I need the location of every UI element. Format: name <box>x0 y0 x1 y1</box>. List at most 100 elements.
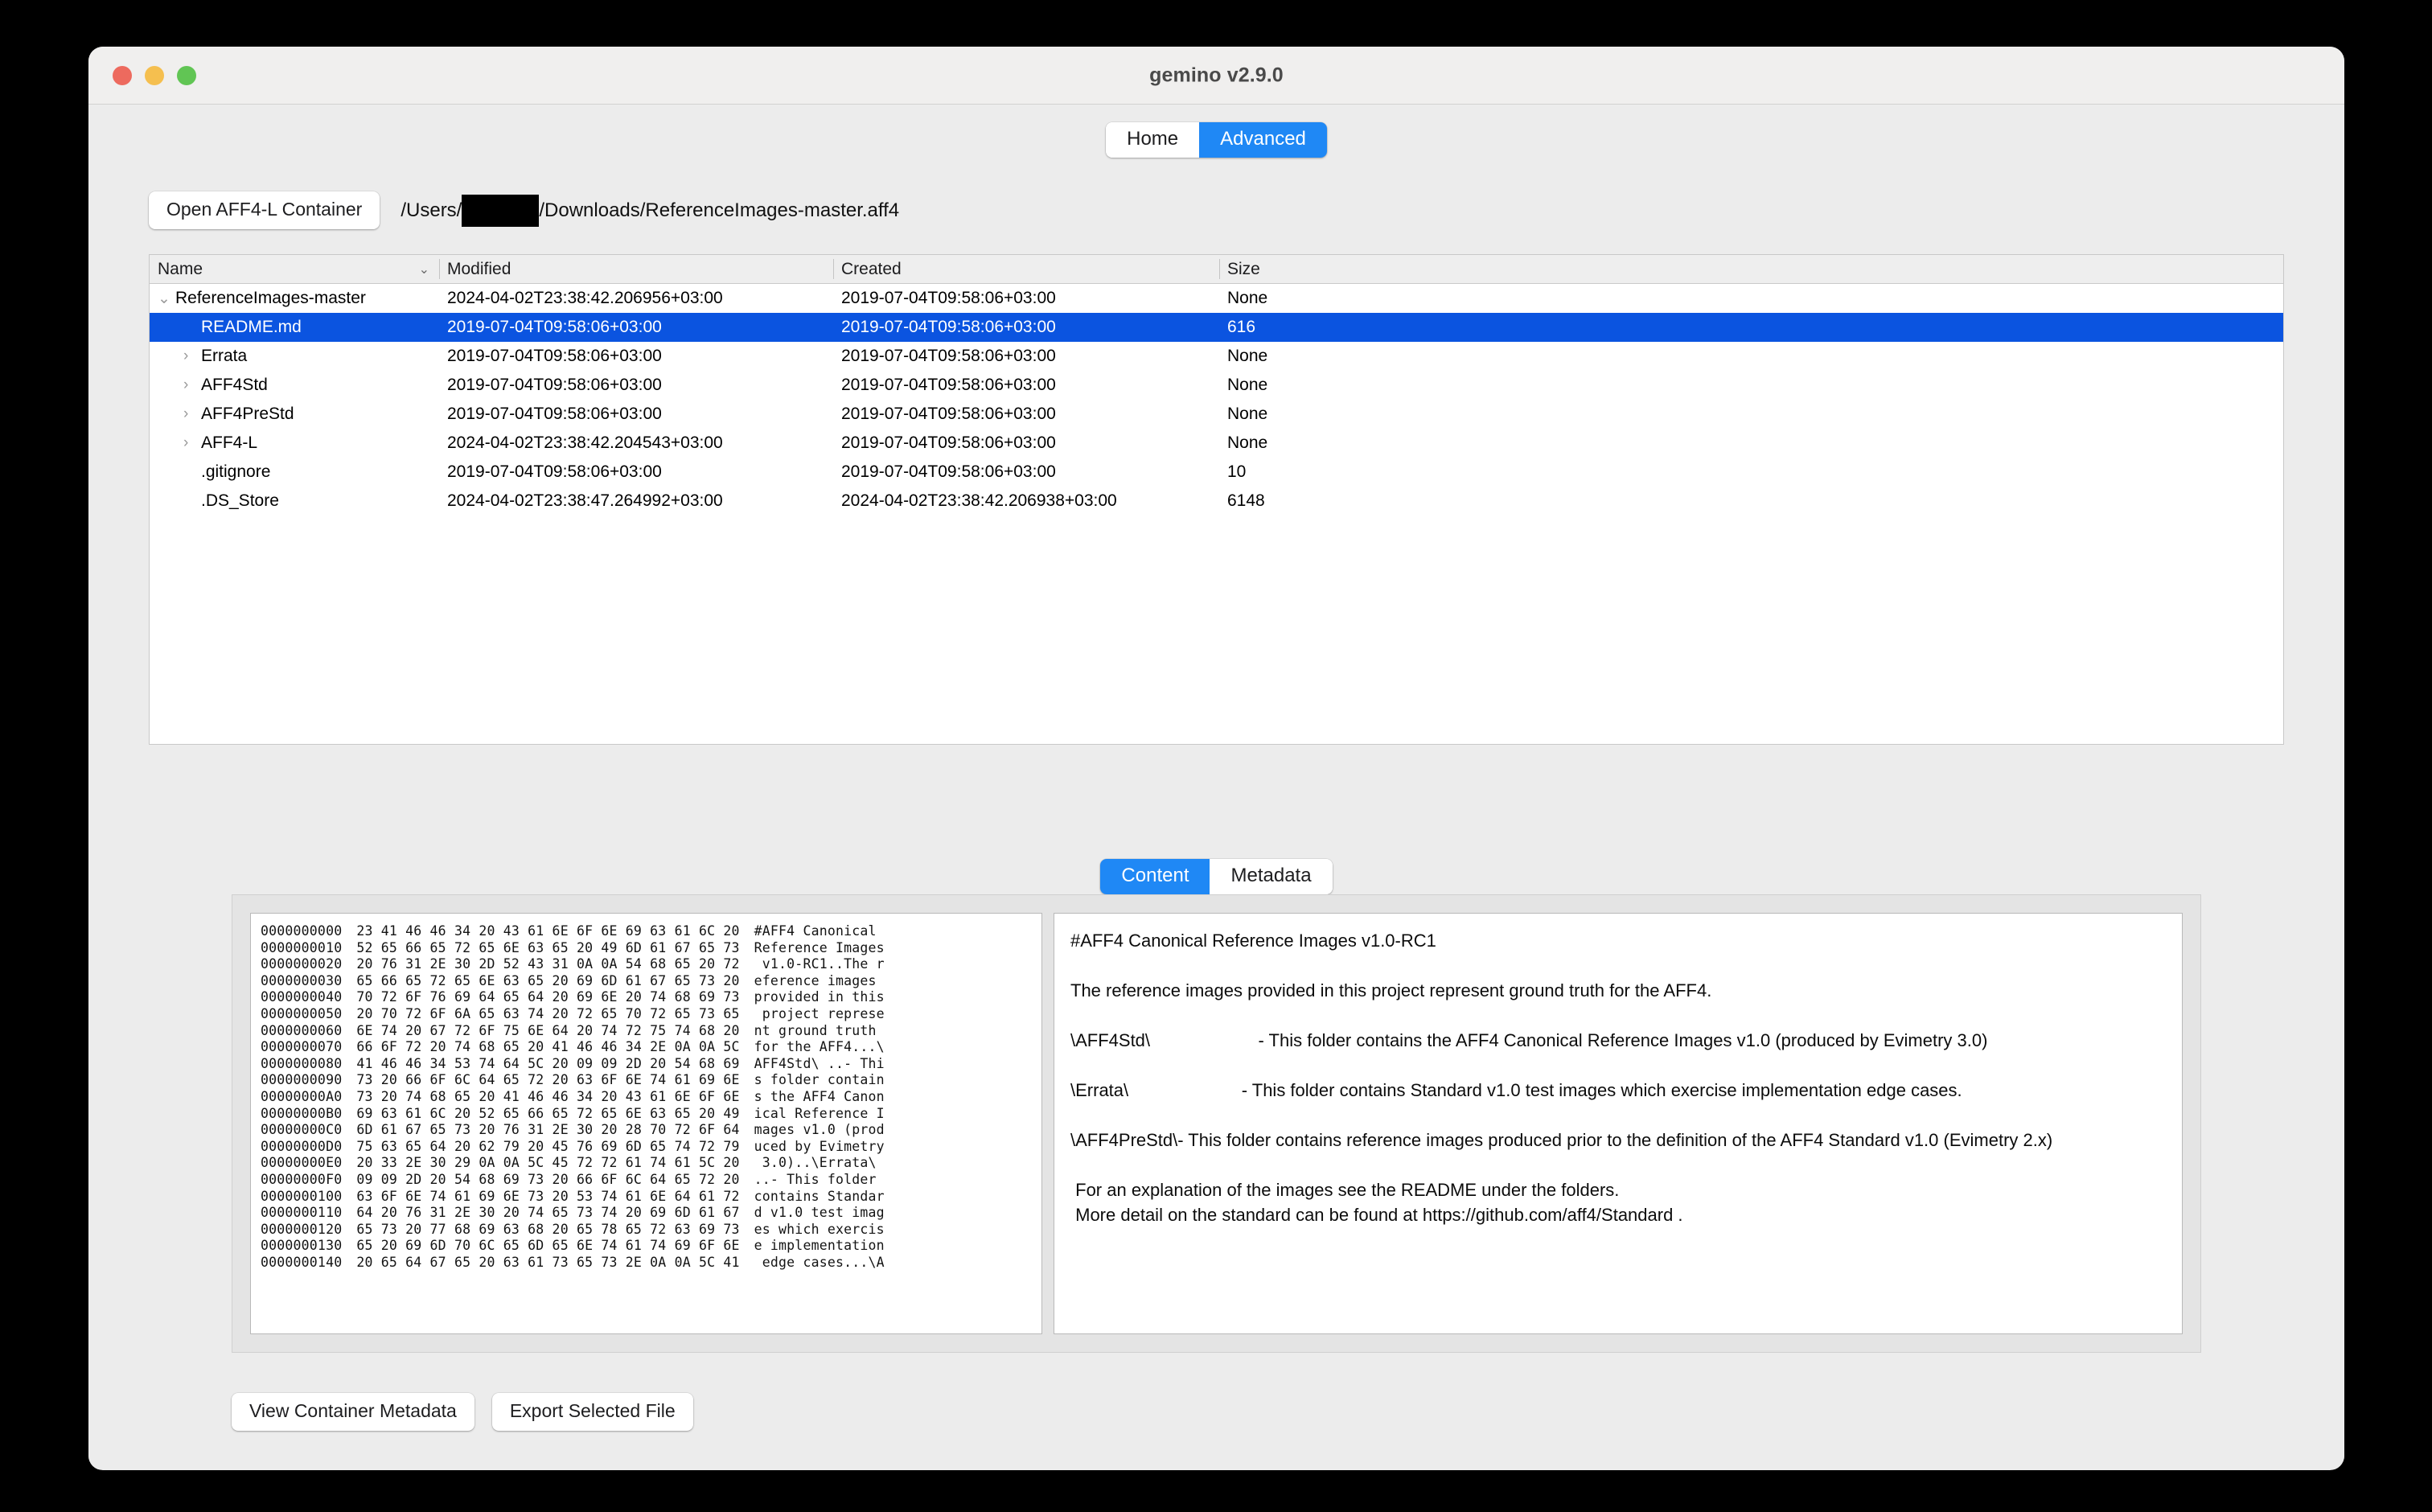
hex-line: 0000000050 20 70 72 6F 6A 65 63 74 20 72 … <box>261 1006 1041 1023</box>
hex-ascii: nt ground truth <box>754 1022 885 1038</box>
hex-line: 00000000D0 75 63 65 64 20 62 79 20 45 76 … <box>261 1139 1041 1156</box>
hex-bytes: 65 20 69 6D 70 6C 65 6D 65 6E 74 61 74 6… <box>356 1238 740 1254</box>
text-blank-line <box>1070 953 2166 978</box>
table-row[interactable]: › AFF4-L 2024-04-02T23:38:42.204543+03:00 2… <box>150 429 2283 458</box>
hex-offset: 00000000C0 <box>261 1122 343 1138</box>
hex-bytes: 66 6F 72 20 74 68 65 20 41 46 46 34 2E 0… <box>356 1039 740 1055</box>
cell-modified: 2019-07-04T09:58:06+03:00 <box>447 318 662 336</box>
text-line: \Errata\ - This folder contains Standard… <box>1070 1080 1962 1100</box>
table-row[interactable]: .gitignore 2019-07-04T09:58:06+03:00 2019-… <box>150 458 2283 487</box>
text-blank-line <box>1070 1152 2166 1177</box>
app-window: gemino v2.9.0 Home Advanced Open AFF4-L … <box>88 47 2344 1470</box>
hex-ascii: edge cases...\A <box>754 1254 885 1270</box>
text-preview-pane[interactable]: #AFF4 Canonical Reference Images v1.0-RC… <box>1054 913 2183 1334</box>
tab-content[interactable]: Content <box>1100 859 1210 894</box>
column-header-name[interactable]: Name ⌄ <box>150 255 439 283</box>
chevron-right-icon[interactable]: › <box>183 376 201 394</box>
hex-line: 0000000080 41 46 46 34 53 74 64 5C 20 09 … <box>261 1056 1041 1073</box>
hex-ascii: v1.0-RC1..The r <box>754 956 885 972</box>
chevron-right-icon[interactable]: › <box>183 434 201 452</box>
hex-offset: 0000000040 <box>261 989 343 1005</box>
hex-ascii: s the AFF4 Canon <box>754 1088 885 1104</box>
hex-offset: 0000000060 <box>261 1022 343 1038</box>
cell-size: None <box>1227 289 1268 307</box>
redacted-username-block <box>462 194 540 227</box>
hex-offset: 0000000100 <box>261 1188 343 1204</box>
hex-bytes: 63 6F 6E 74 61 69 6E 73 20 53 74 61 6E 6… <box>356 1188 740 1204</box>
tab-advanced[interactable]: Advanced <box>1199 122 1327 158</box>
hex-bytes: 70 72 6F 76 69 64 65 64 20 69 6E 20 74 6… <box>356 989 740 1005</box>
main-tab-segmented-control: Home Advanced <box>1106 122 1327 158</box>
hex-ascii: 3.0)..\Errata\ <box>754 1155 885 1171</box>
hex-line: 0000000110 64 20 76 31 2E 30 20 74 65 73 … <box>261 1205 1041 1222</box>
table-row[interactable]: › Errata 2019-07-04T09:58:06+03:00 2019-07-… <box>150 342 2283 371</box>
table-row[interactable]: .DS_Store 2024-04-02T23:38:47.264992+03:0… <box>150 487 2283 516</box>
column-header-created[interactable]: Created <box>833 255 1219 283</box>
text-blank-line <box>1070 1003 2166 1028</box>
hex-line: 0000000010 52 65 66 65 72 65 6E 63 65 20 … <box>261 940 1041 957</box>
view-container-metadata-button[interactable]: View Container Metadata <box>232 1393 474 1431</box>
hex-bytes: 69 63 61 6C 20 52 65 66 65 72 65 6E 63 6… <box>356 1105 740 1121</box>
hex-bytes: 73 20 66 6F 6C 64 65 72 20 63 6F 6E 74 6… <box>356 1072 740 1088</box>
tab-home[interactable]: Home <box>1106 122 1200 158</box>
hex-ascii: d v1.0 test imag <box>754 1205 885 1221</box>
hex-offset: 0000000010 <box>261 939 343 955</box>
table-row[interactable]: › AFF4Std 2019-07-04T09:58:06+03:00 2019-07… <box>150 371 2283 400</box>
hex-ascii: e implementation <box>754 1238 885 1254</box>
hex-bytes: 75 63 65 64 20 62 79 20 45 76 69 6D 65 7… <box>356 1138 740 1154</box>
table-row[interactable]: README.md 2019-07-04T09:58:06+03:00 2019-0… <box>150 313 2283 342</box>
table-row[interactable]: ⌄ ReferenceImages-master 2024-04-02T23:38:… <box>150 284 2283 313</box>
column-header-size[interactable]: Size <box>1219 255 2283 283</box>
cell-created: 2019-07-04T09:58:06+03:00 <box>841 462 1056 481</box>
tab-metadata[interactable]: Metadata <box>1210 859 1333 894</box>
hex-offset: 0000000050 <box>261 1005 343 1021</box>
hex-offset: 0000000120 <box>261 1221 343 1237</box>
window-title: gemino v2.9.0 <box>1149 64 1284 86</box>
hex-offset: 0000000130 <box>261 1238 343 1254</box>
text-line: More detail on the standard can be found… <box>1070 1205 1683 1225</box>
hex-offset: 0000000140 <box>261 1254 343 1270</box>
hex-line: 0000000120 65 73 20 77 68 69 63 68 20 65 … <box>261 1222 1041 1239</box>
app-content: Home Advanced Open AFF4-L Container /Use… <box>88 105 2344 1469</box>
hex-ascii: mages v1.0 (prod <box>754 1122 885 1138</box>
chevron-right-icon[interactable]: › <box>183 347 201 365</box>
hex-ascii: uced by Evimetry <box>754 1138 885 1154</box>
hex-dump-pane[interactable]: 0000000000 23 41 46 46 34 20 43 61 6E 6F … <box>250 913 1042 1334</box>
cell-name: ⌄ ReferenceImages-master <box>150 284 439 313</box>
open-aff4l-container-button[interactable]: Open AFF4-L Container <box>149 191 380 229</box>
hex-line: 0000000030 65 66 65 72 65 6E 63 65 20 69 … <box>261 973 1041 990</box>
chevron-down-icon[interactable]: ⌄ <box>419 261 429 277</box>
cell-name: .DS_Store <box>150 487 439 516</box>
chevron-right-icon[interactable]: › <box>183 405 201 423</box>
hex-offset: 0000000020 <box>261 956 343 972</box>
file-tree-table[interactable]: Name ⌄ Modified Created Size ⌄ ReferenceI… <box>149 254 2284 745</box>
hex-line: 0000000090 73 20 66 6F 6C 64 65 72 20 63 … <box>261 1072 1041 1089</box>
hex-ascii: contains Standar <box>754 1188 885 1204</box>
cell-modified: 2019-07-04T09:58:06+03:00 <box>447 462 662 481</box>
hex-bytes: 20 76 31 2E 30 2D 52 43 31 0A 0A 54 68 6… <box>356 956 740 972</box>
cell-modified: 2019-07-04T09:58:06+03:00 <box>447 347 662 365</box>
hex-offset: 0000000000 <box>261 923 343 939</box>
hex-offset: 00000000D0 <box>261 1138 343 1154</box>
export-selected-file-button[interactable]: Export Selected File <box>491 1393 693 1431</box>
hex-ascii: ..- This folder <box>754 1171 885 1187</box>
hex-line: 0000000130 65 20 69 6D 70 6C 65 6D 65 6E … <box>261 1238 1041 1255</box>
hex-line: 00000000E0 20 33 2E 30 29 0A 0A 5C 45 72 … <box>261 1155 1041 1172</box>
hex-ascii: s folder contain <box>754 1072 885 1088</box>
cell-size: 10 <box>1227 462 1247 481</box>
table-row[interactable]: › AFF4PreStd 2019-07-04T09:58:06+03:00 2019… <box>150 400 2283 429</box>
chevron-down-icon[interactable]: ⌄ <box>158 290 175 308</box>
cell-name: › AFF4PreStd <box>150 400 439 429</box>
file-name-label: AFF4Std <box>201 376 268 394</box>
file-name-label: AFF4-L <box>201 433 258 452</box>
file-viewer-panel: 0000000000 23 41 46 46 34 20 43 61 6E 6F … <box>232 894 2201 1353</box>
column-header-modified[interactable]: Modified <box>439 255 833 283</box>
hex-bytes: 20 70 72 6F 6A 65 63 74 20 72 65 70 72 6… <box>356 1005 740 1021</box>
cell-modified: 2024-04-02T23:38:42.204543+03:00 <box>447 433 723 452</box>
file-name-label: .gitignore <box>201 462 271 481</box>
hex-bytes: 6D 61 67 65 73 20 76 31 2E 30 20 28 70 7… <box>356 1122 740 1138</box>
hex-line: 0000000070 66 6F 72 20 74 68 65 20 41 46 … <box>261 1039 1041 1056</box>
hex-bytes: 65 66 65 72 65 6E 63 65 20 69 6D 61 67 6… <box>356 972 740 988</box>
hex-bytes: 64 20 76 31 2E 30 20 74 65 73 74 20 69 6… <box>356 1205 740 1221</box>
column-header-created-label: Created <box>841 259 902 278</box>
